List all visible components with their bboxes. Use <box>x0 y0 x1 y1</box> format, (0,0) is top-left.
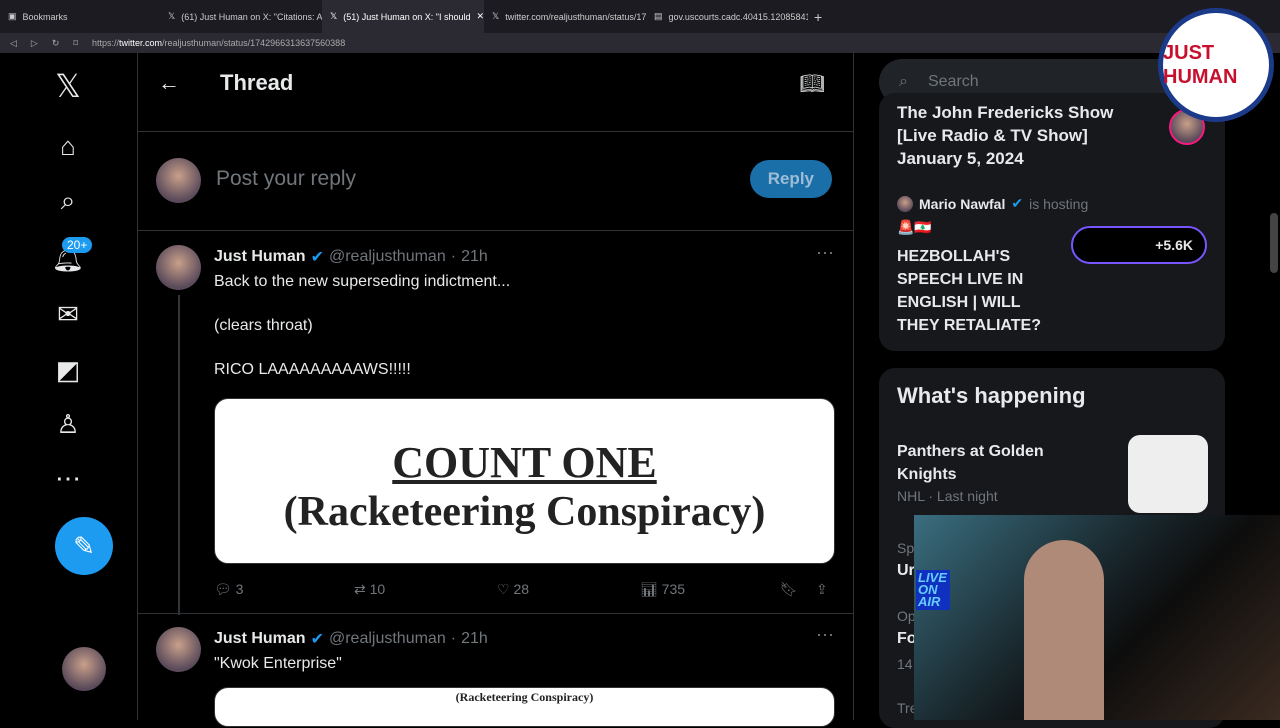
repost-icon: ⇄ <box>354 581 366 597</box>
siren-flag-icon: 🚨🇱🇧 <box>897 219 932 235</box>
just-human-logo: JUST HUMAN <box>1158 8 1274 122</box>
browser-tab-bar: ▣ Bookmarks 𝕏 (61) Just Human on X: "Citat… <box>0 0 1280 33</box>
feather-icon: ✎ <box>73 530 95 561</box>
thread-column: ← Thread 📖︎ Post your reply Reply Just H… <box>138 53 854 727</box>
views-icon: 📊︎ <box>640 581 658 597</box>
author-name[interactable]: Just Human <box>214 248 306 266</box>
trend-item[interactable]: Ur <box>897 562 915 580</box>
browser-tab[interactable]: 𝕏twitter.com/realjusthuman/status/174 <box>484 0 646 33</box>
more-options-icon[interactable]: ⋯ <box>816 625 834 646</box>
reader-mode-icon[interactable]: 📖︎ <box>800 71 825 96</box>
scrollbar[interactable] <box>1270 213 1278 273</box>
share-icon[interactable]: ⇪ <box>816 581 828 598</box>
like-action[interactable]: ♡ 28 <box>497 581 640 598</box>
tweet: Just Human ✔ @realjusthuman · 21h ⋯ Back … <box>138 233 854 615</box>
author-handle[interactable]: @realjusthuman <box>329 630 446 648</box>
notification-badge: 20+ <box>62 237 93 253</box>
new-tab-button[interactable]: + <box>814 9 822 25</box>
trend-image <box>1128 435 1208 513</box>
search-icon: ⌕ <box>899 73 908 90</box>
timestamp[interactable]: 21h <box>461 248 488 266</box>
browser-tab[interactable]: ▤ gov.uscourts.cadc.40415.1208584119 <box>646 0 808 33</box>
more-options-icon[interactable]: ⋯ <box>816 243 834 264</box>
tweet-image[interactable]: COUNT ONE (Racketeering Conspiracy) <box>214 398 835 564</box>
spaces-card[interactable]: The John Fredericks Show [Live Radio & T… <box>879 93 1225 351</box>
x-logo-icon[interactable]: 𝕏 <box>55 67 81 105</box>
verified-icon: ✔ <box>1011 195 1024 211</box>
reply-action[interactable]: 💬︎ 3 <box>214 581 354 598</box>
home-icon[interactable]: ⌂ <box>60 131 76 162</box>
url-bar[interactable]: https://twitter.com/realjusthuman/status… <box>92 38 345 48</box>
reply-button[interactable]: Reply <box>749 160 832 198</box>
profile-icon[interactable]: ♙ <box>56 409 79 440</box>
reply-composer: Post your reply Reply <box>138 131 854 231</box>
avatar <box>156 158 201 203</box>
x-icon: 𝕏 <box>168 11 176 21</box>
avatar[interactable] <box>156 245 201 290</box>
tweet-image[interactable]: (Racketeering Conspiracy) <box>214 687 835 727</box>
bookmarks-tab[interactable]: ▣ Bookmarks <box>0 0 150 33</box>
repost-action[interactable]: ⇄ 10 <box>354 581 497 598</box>
space-title[interactable]: HEZBOLLAH'S SPEECH LIVE IN ENGLISH | WIL… <box>897 245 1067 337</box>
back-icon[interactable]: ◁ <box>10 38 17 49</box>
author-name[interactable]: Just Human <box>214 630 306 648</box>
host-avatar <box>897 195 913 212</box>
back-arrow-icon[interactable]: ← <box>158 70 180 96</box>
live-sign: LIVE ON AIR <box>916 570 950 610</box>
host-name[interactable]: Mario Nawfal <box>919 196 1005 212</box>
thread-line <box>178 295 180 615</box>
more-icon[interactable]: ⋯ <box>55 463 81 494</box>
close-tab-icon[interactable]: ✕ <box>477 11 484 22</box>
tweet-actions: 💬︎ 3 ⇄ 10 ♡ 28 📊︎ 735 🔖︎ ⇪ <box>214 581 835 598</box>
verified-icon: ✔ <box>310 249 324 266</box>
verified-icon: ✔ <box>310 631 324 648</box>
x-icon: 𝕏 <box>330 11 338 21</box>
left-nav: 𝕏 ⌂ ⌕ 🔔︎ 20+ ✉ ◩ ♙ ⋯ ✎ <box>0 53 138 720</box>
webcam-overlay: LIVE ON AIR <box>914 515 1280 720</box>
tweet: Just Human ✔ @realjusthuman · 21h ⋯ "Kwok… <box>138 615 854 727</box>
comment-icon: 💬︎ <box>214 581 232 597</box>
grok-icon[interactable]: ◩ <box>56 355 81 386</box>
streamer <box>1024 540 1104 720</box>
forward-icon[interactable]: ▷ <box>31 38 38 49</box>
tweet-text: Back to the new superseding indictment..… <box>214 273 511 378</box>
bookmark-icon[interactable]: 🔖︎ <box>780 581 816 598</box>
bookmark-icon: ▣ <box>8 11 17 21</box>
heart-icon: ♡ <box>497 581 510 597</box>
thread-header: ← Thread 📖︎ <box>138 53 853 113</box>
author-handle[interactable]: @realjusthuman <box>329 248 446 266</box>
browser-tab-active[interactable]: 𝕏 (51) Just Human on X: "I should ✕ <box>322 0 484 33</box>
avatar[interactable] <box>156 627 201 672</box>
reload-icon[interactable]: ↻ <box>52 38 60 49</box>
listeners-pill[interactable]: +5.6K <box>1071 226 1207 264</box>
section-title: What's happening <box>897 383 1086 408</box>
browser-nav-bar: ◁ ▷ ↻ ⌑ https://twitter.com/realjusthuman/s… <box>0 33 1280 53</box>
messages-icon[interactable]: ✉ <box>57 299 79 330</box>
browser-tab[interactable]: 𝕏 (61) Just Human on X: "Citations: Atlan <box>160 0 322 33</box>
search-icon[interactable]: ⌕ <box>61 185 76 217</box>
post-button[interactable]: ✎ <box>55 517 113 575</box>
page-title: Thread <box>220 70 294 95</box>
bookmark-page-icon[interactable]: ⌑ <box>73 38 78 49</box>
account-avatar[interactable] <box>62 647 106 691</box>
space-title[interactable]: The John Fredericks Show [Live Radio & T… <box>897 101 1152 170</box>
reply-input[interactable]: Post your reply <box>216 167 356 191</box>
tweet-text: "Kwok Enterprise" <box>214 655 342 672</box>
document-icon: ▤ <box>654 11 663 21</box>
views-action[interactable]: 📊︎ 735 <box>640 581 780 598</box>
x-icon: 𝕏 <box>492 11 500 21</box>
timestamp[interactable]: 21h <box>461 630 488 648</box>
